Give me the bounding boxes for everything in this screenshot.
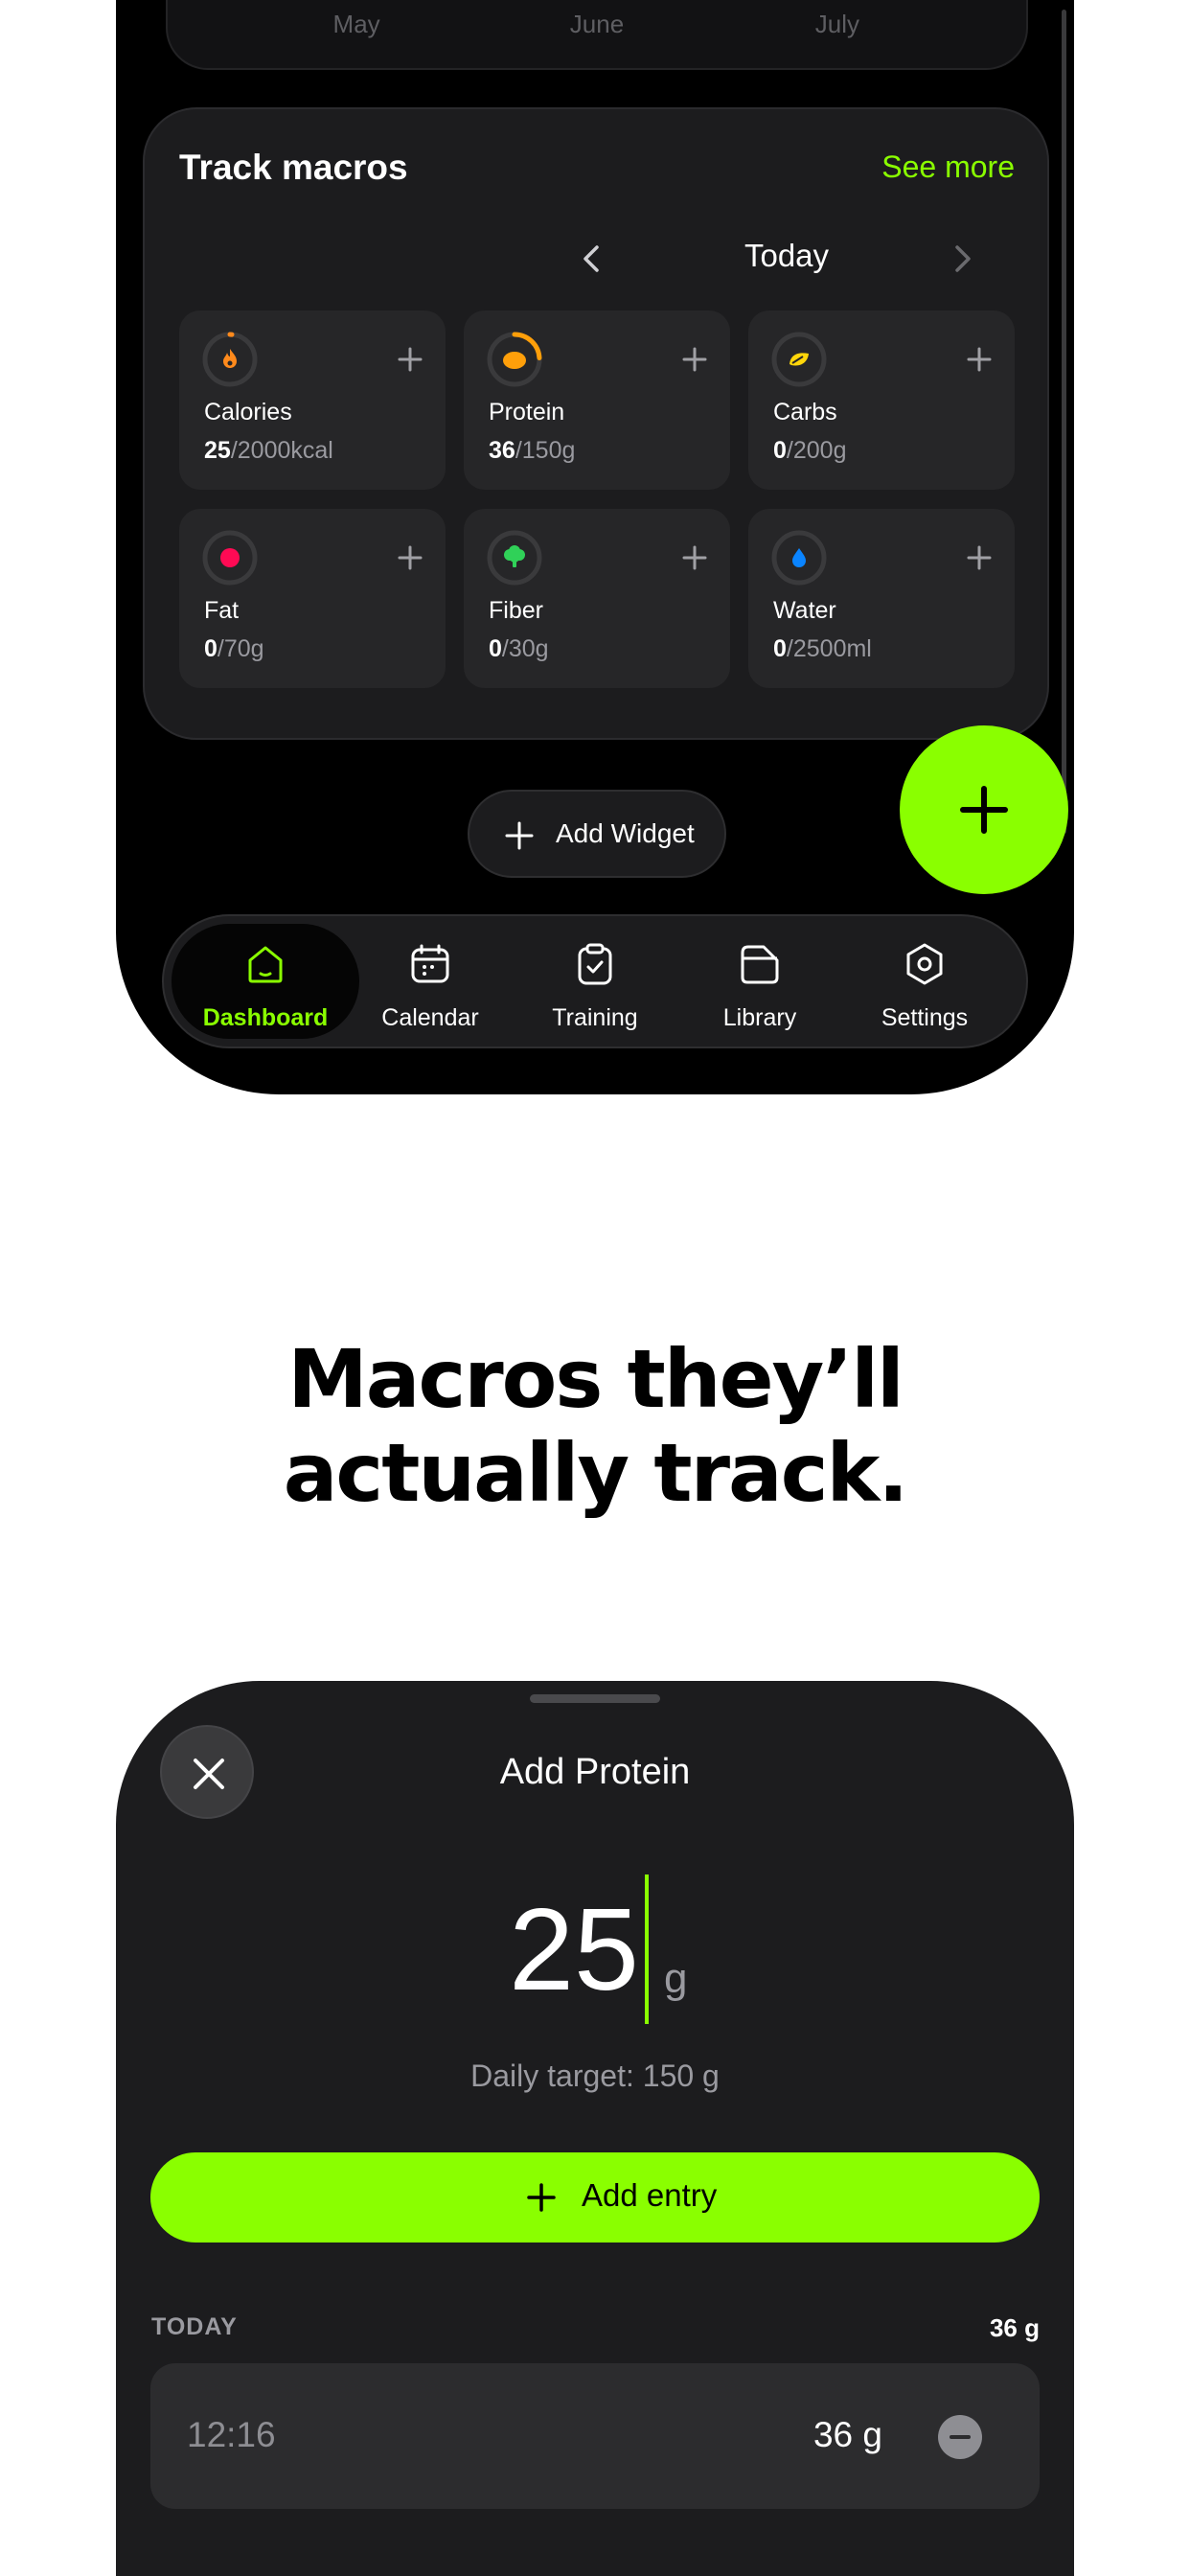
track-macros-card: Track macros See more Today Calories 25/…	[143, 107, 1049, 740]
entry-amount: 36 g	[812, 2415, 882, 2454]
plus-icon	[527, 2183, 556, 2212]
tab-bar: Dashboard Calendar Training Library Sett…	[162, 914, 1028, 1048]
add-entry-button[interactable]: Add entry	[150, 2152, 1040, 2242]
text-caret	[645, 1874, 649, 2024]
macro-tile-fiber[interactable]: Fiber 0/30g	[464, 509, 730, 688]
headline-line: Macros they’ll	[287, 1332, 904, 1426]
macro-name: Calories	[204, 399, 292, 426]
month-label: May	[332, 10, 380, 38]
chevron-left-icon[interactable]	[572, 238, 614, 280]
add-fab-button[interactable]	[900, 725, 1068, 894]
daily-target: Daily target: 150 g	[470, 2058, 720, 2093]
scrollbar[interactable]	[1062, 10, 1066, 834]
tab-label: Calendar	[381, 1004, 479, 1031]
tab-library[interactable]: Library	[666, 924, 854, 1039]
macro-tiles: Calories 25/2000kcal Protein 36/150g Car…	[179, 310, 1015, 688]
progress-ring	[771, 530, 827, 586]
tab-calendar[interactable]: Calendar	[336, 924, 524, 1039]
tab-dashboard[interactable]: Dashboard	[172, 924, 359, 1039]
macro-name: Protein	[489, 399, 565, 426]
droplet-icon	[792, 548, 806, 567]
entry-row[interactable]: 12:16 36 g	[150, 2363, 1040, 2509]
section-total: 36 g	[989, 2313, 1040, 2342]
macro-tile-water[interactable]: Water 0/2500ml	[748, 509, 1015, 688]
tab-label: Dashboard	[202, 1004, 329, 1031]
progress-ring	[487, 332, 542, 387]
add-protein-sheet: Add Protein 25 g Daily target: 150 g Add…	[116, 1681, 1074, 2576]
progress-ring	[202, 332, 258, 387]
progress-ring	[202, 530, 258, 586]
remove-entry-button[interactable]	[938, 2415, 982, 2459]
plus-icon[interactable]	[680, 543, 709, 572]
tab-label: Library	[722, 1004, 797, 1031]
tree-icon	[504, 545, 525, 567]
add-entry-label: Add entry	[582, 2177, 718, 2213]
entry-time: 12:16	[187, 2415, 276, 2454]
plus-icon[interactable]	[396, 345, 424, 374]
amount-field[interactable]: 25 g	[116, 1873, 1074, 2026]
headline-line: actually track.	[283, 1426, 909, 1520]
macro-value: 0/2500ml	[773, 635, 872, 662]
macro-value: 0/200g	[773, 437, 847, 464]
month-label: July	[814, 10, 859, 38]
add-widget-label: Add Widget	[556, 818, 695, 848]
egg-icon	[503, 352, 526, 369]
amount-input[interactable]: 25	[497, 1882, 651, 2016]
progress-ring	[487, 530, 542, 586]
macro-name: Fiber	[489, 597, 543, 624]
home-icon	[248, 946, 283, 983]
plus-icon	[505, 821, 534, 850]
section-label: TODAY	[151, 2313, 238, 2340]
add-widget-button[interactable]: Add Widget	[468, 790, 726, 878]
tab-settings[interactable]: Settings	[831, 924, 1018, 1039]
hexagon-gear-icon	[906, 943, 943, 985]
month-chart-card: May June July	[166, 0, 1028, 70]
macro-value: 36/150g	[489, 437, 576, 464]
card-title: Track macros	[179, 148, 408, 187]
clipboard-check-icon	[578, 943, 612, 985]
tab-training[interactable]: Training	[501, 924, 689, 1039]
dot-icon	[220, 548, 240, 567]
calendar-icon	[411, 944, 449, 983]
macro-tile-calories[interactable]: Calories 25/2000kcal	[179, 310, 446, 490]
chevron-right-icon[interactable]	[940, 238, 982, 280]
month-label: June	[569, 10, 625, 38]
date-navigator: Today	[145, 232, 1047, 289]
plus-icon[interactable]	[965, 345, 994, 374]
sheet-title: Add Protein	[499, 1752, 691, 1792]
macro-value: 0/70g	[204, 635, 264, 662]
month-axis: May June July	[168, 10, 1026, 48]
date-label: Today	[744, 238, 830, 273]
macro-name: Fat	[204, 597, 240, 624]
plus-icon[interactable]	[396, 543, 424, 572]
minus-icon	[950, 2435, 971, 2439]
macro-tile-carbs[interactable]: Carbs 0/200g	[748, 310, 1015, 490]
tab-label: Settings	[881, 1004, 969, 1031]
amount-unit: g	[664, 1955, 688, 2002]
leaf-icon	[790, 353, 809, 366]
plus-icon[interactable]	[965, 543, 994, 572]
see-more-link[interactable]: See more	[881, 150, 1015, 185]
macro-name: Carbs	[773, 399, 837, 426]
tab-label: Training	[552, 1004, 638, 1031]
macro-tile-protein[interactable]: Protein 36/150g	[464, 310, 730, 490]
marketing-headline: Macros they’ll actually track.	[0, 1332, 1190, 1520]
macro-value: 0/30g	[489, 635, 549, 662]
plus-icon	[960, 786, 1008, 834]
macro-tile-fat[interactable]: Fat 0/70g	[179, 509, 446, 688]
plus-icon[interactable]	[680, 345, 709, 374]
sheet-grabber[interactable]	[530, 1694, 660, 1703]
macro-name: Water	[773, 597, 836, 624]
flame-icon	[223, 349, 237, 368]
progress-ring	[771, 332, 827, 387]
dashboard-screen: May June July Track macros See more Toda…	[116, 0, 1074, 1094]
macro-value: 25/2000kcal	[204, 437, 333, 464]
folder-icon	[741, 945, 779, 984]
